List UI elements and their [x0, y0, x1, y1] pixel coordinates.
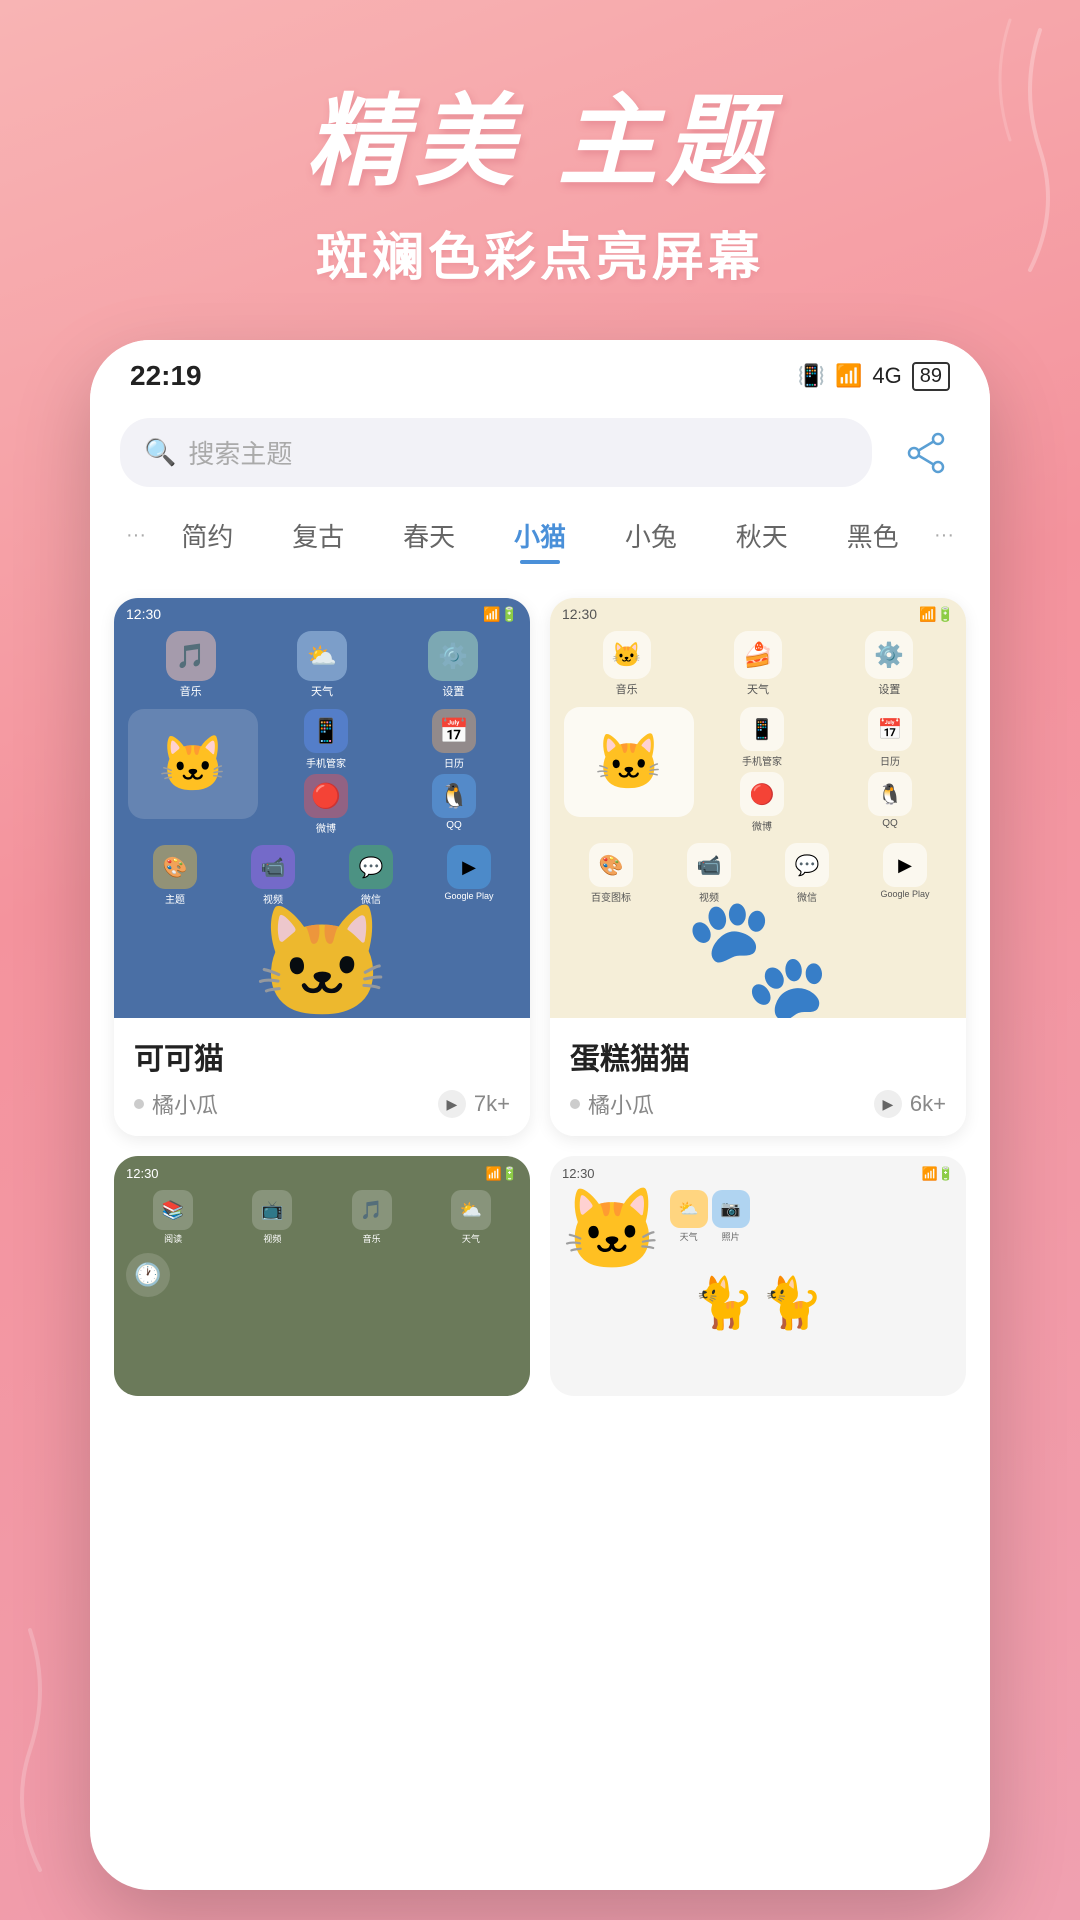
tab-dots-left: ···	[120, 524, 152, 547]
mini-icon-music: 🎵 音乐	[128, 631, 253, 699]
signal-icon: 4G	[872, 363, 901, 389]
bottom-cats-light: 🐱 ⛅ 天气 📷 照片	[562, 1190, 954, 1270]
bottom-icons-olive: 📚 阅读 📺 视频 🎵 音乐 ⛅ 天气	[126, 1190, 518, 1245]
mini-icon-calendar-cream: 📅 日历	[828, 707, 952, 768]
tab-cat[interactable]: 小猫	[485, 507, 596, 564]
mini-screen-cream: 12:30 📶🔋 🐱 音乐 🍰 天气	[550, 598, 966, 1018]
tab-dots-right: ···	[928, 524, 960, 547]
bottom-card-olive-content: 12:30📶🔋 📚 阅读 📺 视频 🎵 音乐	[114, 1156, 530, 1307]
tab-autumn[interactable]: 秋天	[706, 507, 817, 564]
theme-preview-blue: 12:30 📶🔋 🎵 音乐 ⛅ 天气	[114, 598, 530, 1018]
theme-meta-blue: 橘小瓜 ▶ 7k+	[134, 1088, 510, 1120]
mini-icon-weather: ⛅ 天气	[259, 631, 384, 699]
mini-screen-blue: 12:30 📶🔋 🎵 音乐 ⛅ 天气	[114, 598, 530, 1018]
theme-author-blue: 橘小瓜	[134, 1088, 218, 1120]
theme-preview-cream: 12:30 📶🔋 🐱 音乐 🍰 天气	[550, 598, 966, 1018]
tab-black[interactable]: 黑色	[817, 507, 928, 564]
mini-icon-weibo: 🔴 微博	[264, 774, 388, 835]
tab-simple[interactable]: 简约	[152, 507, 263, 564]
mini-icon-qq-cream: 🐧 QQ	[828, 772, 952, 833]
theme-card-blue[interactable]: 12:30 📶🔋 🎵 音乐 ⛅ 天气	[114, 598, 530, 1136]
olive-clock-row: 🕐	[126, 1253, 518, 1297]
phone-mockup: 22:19 📳 📶 4G 89 🔍 搜索主题 ··· 简约 复古 春天	[90, 340, 990, 1890]
mini-icon-weibo-cream: 🔴 微博	[700, 772, 824, 833]
play-icon-cream: ▶	[874, 1090, 902, 1118]
theme-card-cream[interactable]: 12:30 📶🔋 🐱 音乐 🍰 天气	[550, 598, 966, 1136]
olive-icon-1: 📚 阅读	[126, 1190, 220, 1245]
mini-icon-calendar: 📅 日历	[392, 709, 516, 770]
mini-time-cream: 12:30	[562, 606, 597, 623]
tab-rabbit[interactable]: 小兔	[595, 507, 706, 564]
theme-author-cream: 橘小瓜	[570, 1088, 654, 1120]
mini-icon-settings-cream: ⚙️ 设置	[827, 631, 952, 697]
mini-time-blue: 12:30	[126, 606, 161, 623]
search-placeholder: 搜索主题	[188, 434, 292, 471]
sub-title: 斑斓色彩点亮屏幕	[0, 215, 1080, 290]
bottom-card-light-content: 12:30📶🔋 🐱 ⛅ 天气 📷 照片	[550, 1156, 966, 1343]
olive-icon-2: 📺 视频	[225, 1190, 319, 1245]
status-bar: 22:19 📳 📶 4G 89	[90, 340, 990, 402]
content-grid: 12:30 📶🔋 🎵 音乐 ⛅ 天气	[90, 574, 990, 1136]
mini-big-icon-cream: 🐱	[564, 707, 694, 817]
bottom-cat-row-light: 🐈 🐈	[562, 1274, 954, 1333]
theme-info-cream: 蛋糕猫猫 橘小瓜 ▶ 6k+	[550, 1018, 966, 1136]
bottom-grid: 12:30📶🔋 📚 阅读 📺 视频 🎵 音乐	[90, 1156, 990, 1396]
status-time: 22:19	[130, 360, 202, 392]
theme-count-blue: ▶ 7k+	[438, 1090, 510, 1118]
tab-spring[interactable]: 春天	[374, 507, 485, 564]
share-button[interactable]	[892, 419, 960, 487]
olive-icon-3: 🎵 音乐	[325, 1190, 419, 1245]
battery-icon: 89	[912, 362, 950, 391]
status-icons: 📳 📶 4G 89	[798, 362, 950, 391]
author-dot-blue	[134, 1099, 144, 1109]
wallpaper-cat-blue: 🐱	[114, 878, 530, 1018]
search-input-wrap[interactable]: 🔍 搜索主题	[120, 418, 872, 487]
cat-illustration-1: 🐱	[562, 1190, 662, 1270]
mini-icon-qq: 🐧 QQ	[392, 774, 516, 835]
theme-info-blue: 可可猫 橘小瓜 ▶ 7k+	[114, 1018, 530, 1136]
mini-icon-music-cream: 🐱 音乐	[564, 631, 689, 697]
mini-status-icons-cream: 📶🔋	[919, 606, 954, 623]
theme-name-blue: 可可猫	[134, 1034, 510, 1078]
mini-icon-settings: ⚙️ 设置	[391, 631, 516, 699]
mini-big-icon-blue: 🐱	[128, 709, 258, 819]
cat-2: 🐈	[693, 1274, 755, 1333]
bottom-status-olive: 12:30📶🔋	[126, 1166, 518, 1182]
header-section: 精美 主题 斑斓色彩点亮屏幕	[0, 60, 1080, 290]
theme-meta-cream: 橘小瓜 ▶ 6k+	[570, 1088, 946, 1120]
play-icon-blue: ▶	[438, 1090, 466, 1118]
bottom-card-light[interactable]: 12:30📶🔋 🐱 ⛅ 天气 📷 照片	[550, 1156, 966, 1396]
wallpaper-cat-cream: 🐾	[550, 858, 966, 1018]
cat-3: 🐈	[761, 1274, 823, 1333]
share-icon	[904, 431, 948, 475]
search-icon: 🔍	[144, 437, 176, 468]
main-title: 精美 主题	[0, 60, 1080, 205]
mini-status-icons-blue: 📶🔋	[483, 606, 518, 623]
olive-icon-4: ⛅ 天气	[424, 1190, 518, 1245]
theme-name-cream: 蛋糕猫猫	[570, 1034, 946, 1078]
wifi-icon: 📶	[835, 363, 862, 389]
theme-count-cream: ▶ 6k+	[874, 1090, 946, 1118]
mini-icon-phone-cream: 📱 手机管家	[700, 707, 824, 768]
tab-retro[interactable]: 复古	[263, 507, 374, 564]
author-dot-cream	[570, 1099, 580, 1109]
bottom-card-olive[interactable]: 12:30📶🔋 📚 阅读 📺 视频 🎵 音乐	[114, 1156, 530, 1396]
mini-icon-phone: 📱 手机管家	[264, 709, 388, 770]
category-tabs: ··· 简约 复古 春天 小猫 小兔 秋天 黑色 ···	[90, 487, 990, 564]
light-icon-2: 📷 照片	[712, 1190, 750, 1270]
search-bar: 🔍 搜索主题	[120, 418, 960, 487]
mini-icon-weather-cream: 🍰 天气	[695, 631, 820, 697]
light-icon-1: ⛅ 天气	[670, 1190, 708, 1270]
vibrate-icon: 📳	[798, 363, 825, 389]
bottom-status-light: 12:30📶🔋	[562, 1166, 954, 1182]
bottom-icons-light: ⛅ 天气 📷 照片	[670, 1190, 750, 1270]
